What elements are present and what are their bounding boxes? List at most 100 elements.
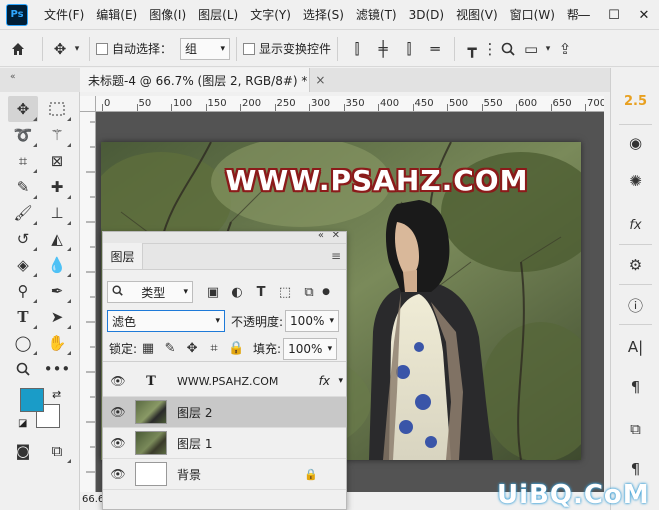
canvas-text-layer[interactable]: WWW.PSAHZ.COM xyxy=(101,164,581,197)
styles-icon[interactable]: fx xyxy=(611,212,659,238)
fill-field[interactable]: 100% ▾ xyxy=(283,337,338,360)
marquee-tool-icon[interactable] xyxy=(42,96,72,122)
healing-brush-icon[interactable]: ✚ xyxy=(42,174,72,200)
tab-layers[interactable]: 图层 xyxy=(103,243,143,269)
close-tab-icon[interactable]: × xyxy=(315,73,325,87)
align-left-icon[interactable]: ⫿ xyxy=(344,35,370,63)
quick-mask-icon[interactable]: ◙ xyxy=(8,438,38,464)
screen-mode-icon[interactable]: ⧉ xyxy=(42,438,72,464)
visibility-eye-icon[interactable]: 👁 xyxy=(103,374,133,388)
auto-select-dropdown[interactable]: 组 ▾ xyxy=(180,37,231,60)
more-icon[interactable]: ⋮ xyxy=(483,35,498,63)
brush-tool-icon[interactable]: 🖌 xyxy=(8,200,38,226)
menu-item[interactable]: 文字(Y) xyxy=(244,0,297,30)
chevron-down-icon[interactable]: ▾ xyxy=(338,376,343,386)
lock-pixels-icon[interactable]: ✎ xyxy=(159,341,181,356)
minimize-button[interactable]: — xyxy=(569,0,599,30)
lock-position-icon[interactable]: ✥ xyxy=(181,341,203,356)
lock-transparent-icon[interactable]: ▦ xyxy=(137,341,159,356)
menu-item[interactable]: 3D(D) xyxy=(403,0,450,30)
hand-tool-icon[interactable]: ✋ xyxy=(42,330,72,356)
home-icon[interactable] xyxy=(0,35,36,63)
auto-select-checkbox[interactable] xyxy=(96,42,108,55)
brightness-icon[interactable]: ✺ xyxy=(611,168,659,194)
filter-type-icon[interactable]: T xyxy=(249,285,273,300)
chevron-down-icon[interactable]: ▾ xyxy=(543,35,553,63)
close-panel-icon[interactable]: ✕ xyxy=(332,232,340,241)
menu-item[interactable]: 选择(S) xyxy=(297,0,350,30)
fx-icon[interactable]: fx xyxy=(319,374,330,388)
move-tool-icon[interactable]: ✥ xyxy=(49,35,71,63)
eraser-icon[interactable]: ◭ xyxy=(42,226,72,252)
visibility-eye-icon[interactable]: 👁 xyxy=(103,467,133,481)
filter-pixel-icon[interactable]: ▣ xyxy=(201,285,225,300)
type-tool-icon[interactable]: T xyxy=(8,304,38,330)
more-tools-icon[interactable]: ••• xyxy=(42,356,72,382)
dodge-tool-icon[interactable]: ⚲ xyxy=(8,278,38,304)
collapse-left-icon[interactable]: « xyxy=(10,72,16,82)
lasso-tool-icon[interactable]: ➰ xyxy=(8,122,38,148)
stamp-tool-icon[interactable]: ⊥ xyxy=(42,200,72,226)
menu-item[interactable]: 滤镜(T) xyxy=(350,0,403,30)
menu-item[interactable]: 图层(L) xyxy=(192,0,244,30)
info-icon[interactable]: ⓘ xyxy=(611,292,659,318)
character-icon[interactable]: A| xyxy=(611,334,659,360)
layer-row-text[interactable]: 👁 T WWW.PSAHZ.COM fx ▾ xyxy=(103,366,346,397)
ellipse-tool-icon[interactable]: ◯ xyxy=(8,330,38,356)
history-brush-icon[interactable]: ↺ xyxy=(8,226,38,252)
lock-all-icon[interactable]: 🔒 xyxy=(225,341,247,356)
lock-artboard-icon[interactable]: ⌗ xyxy=(203,341,225,356)
layer-row-background[interactable]: 👁 背景 🔒 xyxy=(103,459,346,490)
layer-row-layer-2[interactable]: 👁 图层 2 xyxy=(103,397,346,428)
filter-type-dropdown[interactable]: 类型 ▾ xyxy=(107,281,193,303)
align-top-icon[interactable]: ┳ xyxy=(461,35,483,63)
ruler-tick xyxy=(447,104,448,111)
swap-colors-icon[interactable]: ⇄ xyxy=(52,388,61,401)
filter-adjustment-icon[interactable]: ◐ xyxy=(225,285,249,300)
frame-tool-icon[interactable]: ⊠ xyxy=(42,148,72,174)
menu-item[interactable]: 视图(V) xyxy=(450,0,504,30)
pen-tool-icon[interactable]: ✒ xyxy=(42,278,72,304)
filter-smart-object-icon[interactable]: ⧉ xyxy=(297,285,321,300)
align-middle-icon[interactable]: ═ xyxy=(422,35,448,63)
path-selection-icon[interactable]: ➤ xyxy=(42,304,72,330)
menu-item[interactable]: 编辑(E) xyxy=(90,0,143,30)
search-icon[interactable] xyxy=(497,35,519,63)
panel-menu-icon[interactable]: ≡ xyxy=(331,249,341,263)
align-right-icon[interactable]: ⫿ xyxy=(396,35,422,63)
paragraph-styles-icon[interactable]: ¶ xyxy=(611,456,659,482)
filter-shape-icon[interactable]: ⬚ xyxy=(273,285,297,300)
eyedropper-icon[interactable]: ✎ xyxy=(8,174,38,200)
crop-tool-icon[interactable]: ⌗ xyxy=(8,148,38,174)
share-icon[interactable]: ⇪ xyxy=(553,35,577,63)
menu-item[interactable]: 窗口(W) xyxy=(504,0,561,30)
history-state-label[interactable]: 2.5 xyxy=(611,88,659,114)
default-colors-icon[interactable]: ◪ xyxy=(18,418,27,429)
filter-toggle-icon[interactable]: ● xyxy=(321,287,331,297)
align-center-icon[interactable]: ╪ xyxy=(370,35,396,63)
adjustments-icon[interactable]: ⚙ xyxy=(611,252,659,278)
blur-tool-icon[interactable]: 💧 xyxy=(42,252,72,278)
maximize-button[interactable]: ☐ xyxy=(599,0,629,30)
visibility-eye-icon[interactable]: 👁 xyxy=(103,405,133,419)
glyphs-icon[interactable]: ⧉ xyxy=(611,416,659,442)
workspace-icon[interactable]: ▭ xyxy=(519,35,543,63)
paint-bucket-icon[interactable]: ◈ xyxy=(8,252,38,278)
visibility-eye-icon[interactable]: 👁 xyxy=(103,436,133,450)
magic-wand-icon[interactable]: ⚚ xyxy=(42,122,72,148)
show-transform-checkbox[interactable] xyxy=(243,42,256,55)
paragraph-icon[interactable]: ¶ xyxy=(611,374,659,400)
close-button[interactable]: ✕ xyxy=(629,0,659,30)
document-tab[interactable]: 未标题-4 @ 66.7% (图层 2, RGB/8#) * × xyxy=(80,68,325,92)
move-tool-icon[interactable]: ✥ xyxy=(8,96,38,122)
layer-row-layer-1[interactable]: 👁 图层 1 xyxy=(103,428,346,459)
chevron-down-icon[interactable]: ▾ xyxy=(71,35,83,63)
collapse-panel-icon[interactable]: « xyxy=(318,232,324,241)
menu-item[interactable]: 文件(F) xyxy=(38,0,90,30)
foreground-color-swatch[interactable] xyxy=(20,388,44,412)
color-wheel-icon[interactable]: ◉ xyxy=(611,130,659,156)
zoom-tool-icon[interactable] xyxy=(8,356,38,382)
menu-item[interactable]: 图像(I) xyxy=(143,0,192,30)
opacity-field[interactable]: 100% ▾ xyxy=(285,310,340,332)
blend-mode-dropdown[interactable]: 滤色 ▾ xyxy=(107,310,225,332)
